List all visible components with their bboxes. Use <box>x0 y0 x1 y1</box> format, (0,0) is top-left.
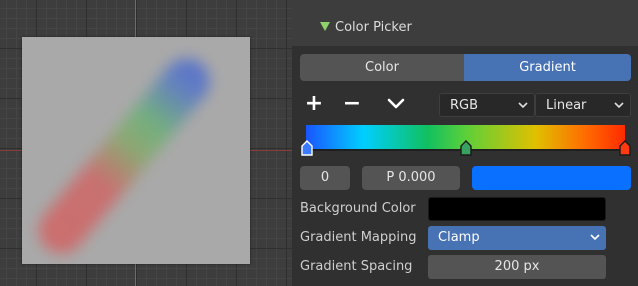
gradient-spacing-field[interactable]: 200 px <box>428 255 606 279</box>
gradient-mapping-label: Gradient Mapping <box>300 230 417 245</box>
paint-canvas[interactable] <box>22 37 250 264</box>
background-color-swatch[interactable] <box>428 197 606 221</box>
panel-title: Color Picker <box>335 20 412 35</box>
gradient-mapping-value: Clamp <box>438 230 480 245</box>
tab-gradient[interactable]: Gradient <box>464 54 631 81</box>
interpolation-dropdown[interactable]: Linear <box>535 93 631 117</box>
color-stop-handle[interactable] <box>619 140 631 156</box>
color-picker-panel: Color Picker Color Gradient + − RGB Line… <box>292 0 638 286</box>
interpolation-value: Linear <box>546 98 587 113</box>
chevron-down-icon <box>614 102 624 109</box>
add-stop-button[interactable]: + <box>300 92 328 116</box>
gradient-mapping-dropdown[interactable]: Clamp <box>428 226 606 250</box>
image-viewport[interactable] <box>0 0 292 286</box>
active-stop-index[interactable]: 0 <box>300 166 350 190</box>
chevron-down-icon <box>518 102 528 109</box>
remove-stop-button[interactable]: − <box>338 92 366 116</box>
color-mode-dropdown[interactable]: RGB <box>439 93 535 117</box>
gradient-spacing-label: Gradient Spacing <box>300 259 413 274</box>
color-stop-handle[interactable] <box>301 140 313 156</box>
chevron-down-icon[interactable] <box>386 97 406 111</box>
collapse-triangle-icon[interactable] <box>320 22 330 31</box>
background-color-label: Background Color <box>300 201 416 216</box>
tab-color[interactable]: Color <box>300 54 464 81</box>
chevron-down-icon <box>590 234 600 241</box>
color-stop-handle[interactable] <box>460 140 472 156</box>
stop-color-swatch[interactable] <box>472 166 631 190</box>
panel-header[interactable]: Color Picker <box>292 0 638 46</box>
gradient-brush-stroke <box>29 49 219 263</box>
color-mode-value: RGB <box>450 98 479 113</box>
stop-position-field[interactable]: P 0.000 <box>362 166 460 190</box>
